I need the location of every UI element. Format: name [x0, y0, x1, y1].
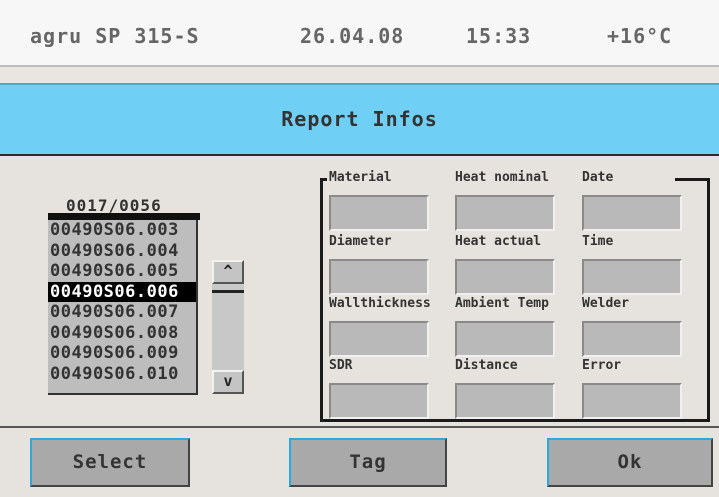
- field-value: [455, 195, 555, 231]
- field-sdr: SDR: [329, 358, 433, 419]
- field-label: Welder: [582, 296, 629, 311]
- list-item[interactable]: 00490S06.003: [48, 220, 196, 241]
- field-value: [329, 383, 429, 419]
- field-label: Time: [582, 234, 614, 249]
- field-time: Time: [582, 234, 686, 295]
- status-time: 15:33: [466, 24, 532, 48]
- group-frame-corner: [320, 178, 327, 181]
- chevron-up-icon: ^: [223, 262, 233, 280]
- field-label: Error: [582, 358, 622, 373]
- field-label: Distance: [455, 358, 518, 373]
- status-bar: agru SP 315-S 26.04.08 15:33 +16°C: [0, 0, 719, 67]
- field-value: [582, 195, 682, 231]
- device-name: agru SP 315-S: [30, 24, 200, 48]
- scroll-down-button[interactable]: v: [212, 370, 244, 394]
- select-button[interactable]: Select: [30, 438, 190, 487]
- report-file-list[interactable]: 00490S06.003 00490S06.004 00490S06.005 0…: [48, 220, 198, 395]
- field-value: [455, 321, 555, 357]
- field-wallthickness: Wallthickness: [329, 296, 433, 357]
- field-label: Heat nominal: [455, 170, 549, 185]
- list-item-selected[interactable]: 00490S06.006: [48, 281, 196, 302]
- page-title: Report Infos: [281, 107, 438, 131]
- field-ambient-temp: Ambient Temp: [455, 296, 559, 357]
- list-scrollbar[interactable]: ^ v: [212, 260, 244, 394]
- field-welder: Welder: [582, 296, 686, 357]
- field-label: SDR: [329, 358, 353, 373]
- field-label: Date: [582, 170, 614, 185]
- field-diameter: Diameter: [329, 234, 433, 295]
- status-temperature: +16°C: [607, 24, 673, 48]
- scroll-thumb[interactable]: [212, 290, 244, 293]
- field-value: [329, 195, 429, 231]
- field-label: Wallthickness: [329, 296, 431, 311]
- field-label: Ambient Temp: [455, 296, 549, 311]
- tag-button[interactable]: Tag: [289, 438, 447, 487]
- field-value: [455, 259, 555, 295]
- ok-button[interactable]: Ok: [547, 438, 713, 487]
- status-date: 26.04.08: [300, 24, 405, 48]
- chevron-down-icon: v: [223, 372, 233, 390]
- list-item[interactable]: 00490S06.005: [48, 261, 196, 282]
- scroll-up-button[interactable]: ^: [212, 260, 244, 284]
- field-date: Date: [582, 170, 686, 231]
- field-material: Material: [329, 170, 433, 231]
- button-bar: Select Tag Ok: [0, 426, 719, 497]
- field-heat-nominal: Heat nominal: [455, 170, 559, 231]
- field-label: Heat actual: [455, 234, 542, 249]
- field-value: [329, 321, 429, 357]
- field-heat-actual: Heat actual: [455, 234, 559, 295]
- list-item[interactable]: 00490S06.008: [48, 323, 196, 344]
- list-header-bar: [48, 213, 200, 220]
- field-value: [455, 383, 555, 419]
- field-distance: Distance: [455, 358, 559, 419]
- field-value: [329, 259, 429, 295]
- list-item[interactable]: 00490S06.010: [48, 364, 196, 385]
- field-value: [582, 259, 682, 295]
- title-bar: Report Infos: [0, 83, 719, 156]
- list-item[interactable]: 00490S06.004: [48, 241, 196, 262]
- field-error: Error: [582, 358, 686, 419]
- field-label: Diameter: [329, 234, 392, 249]
- field-value: [582, 383, 682, 419]
- separator-strip: [0, 67, 719, 83]
- main-panel: 0017/0056 00490S06.003 00490S06.004 0049…: [0, 156, 719, 426]
- list-item[interactable]: 00490S06.007: [48, 302, 196, 323]
- field-value: [582, 321, 682, 357]
- field-label: Material: [329, 170, 392, 185]
- list-item[interactable]: 00490S06.009: [48, 343, 196, 364]
